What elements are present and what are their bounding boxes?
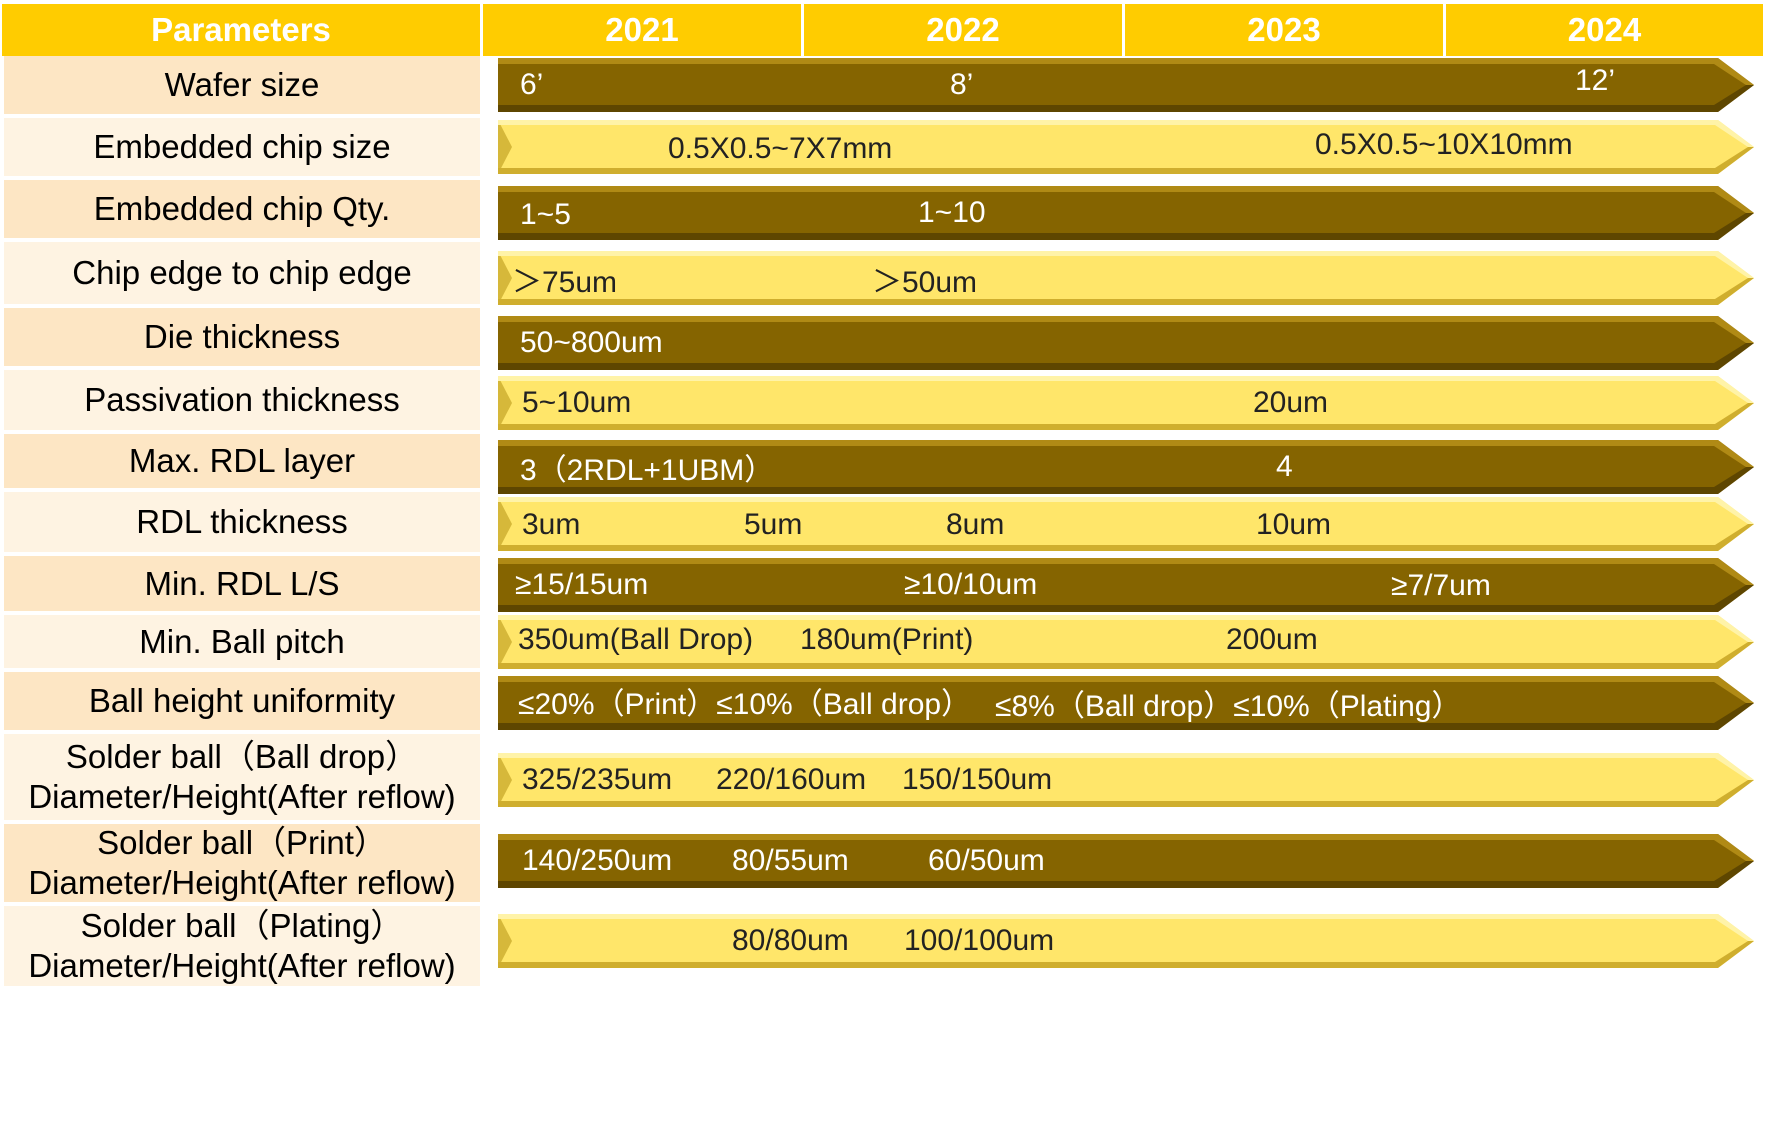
parameter-label: Solder ball（Print） Diameter/Height(After… <box>4 824 480 902</box>
milestone-label: ≤20%（Print）≤10%（Ball drop） <box>518 688 972 721</box>
milestone-label: ＞75um <box>512 266 618 299</box>
light-timeline-arrow: 325/235um 220/160um 150/150um <box>498 753 1754 807</box>
milestone-label: ≤8%（Ball drop）≤10%（Plating） <box>995 690 1462 723</box>
milestone-label: ＞50um <box>872 266 978 299</box>
parameter-label: RDL thickness <box>4 492 480 552</box>
milestone-label: 3（2RDL+1UBM） <box>520 454 775 487</box>
milestone-label: 6’ <box>520 68 544 101</box>
parameter-label: Solder ball（Plating） Diameter/Height(Aft… <box>4 906 480 986</box>
light-timeline-arrow: ＞75um ＞50um <box>498 251 1754 305</box>
parameter-label: Passivation thickness <box>4 370 480 430</box>
arrow-shape <box>498 186 1754 240</box>
dark-timeline-arrow: 1~5 1~10 <box>498 186 1754 240</box>
light-timeline-arrow: 0.5X0.5~7X7mm 0.5X0.5~10X10mm <box>498 120 1754 174</box>
milestone-label: ≥10/10um <box>904 568 1038 601</box>
light-timeline-arrow: 350um(Ball Drop) 180um(Print) 200um <box>498 615 1754 669</box>
arrow-shape <box>498 497 1754 551</box>
light-timeline-arrow: 80/80um 100/100um <box>498 914 1754 968</box>
milestone-label: ≥15/15um <box>515 568 649 601</box>
milestone-label: 325/235um <box>522 763 673 796</box>
milestone-label: 1~10 <box>918 196 986 229</box>
milestone-label: 8’ <box>950 68 974 101</box>
milestone-label: 60/50um <box>928 844 1045 877</box>
milestone-label: 0.5X0.5~7X7mm <box>668 132 893 165</box>
dark-timeline-arrow: 6’ 8’ 12’ <box>498 58 1754 112</box>
milestone-label: 180um(Print) <box>800 623 974 656</box>
parameter-label: Embedded chip size <box>4 118 480 176</box>
arrow-shape <box>498 316 1754 370</box>
milestone-label: 8um <box>946 508 1005 541</box>
parameter-label: Chip edge to chip edge <box>4 242 480 304</box>
parameter-label: Embedded chip Qty. <box>4 180 480 238</box>
parameter-label: Min. Ball pitch <box>4 615 480 668</box>
arrow-shape <box>498 376 1754 430</box>
milestone-label: 220/160um <box>716 763 867 796</box>
arrow-shape <box>498 558 1754 612</box>
header-parameters: Parameters <box>2 4 480 56</box>
dark-timeline-arrow: ≤20%（Print）≤10%（Ball drop） ≤8%（Ball drop）… <box>498 676 1754 730</box>
milestone-label: 200um <box>1226 623 1318 656</box>
header-year-2024: 2024 <box>1446 4 1763 56</box>
light-timeline-arrow: 5~10um 20um <box>498 376 1754 430</box>
milestone-label: 150/150um <box>902 763 1053 796</box>
parameter-label: Solder ball（Ball drop） Diameter/Height(A… <box>4 734 480 820</box>
header-year-2021: 2021 <box>483 4 801 56</box>
milestone-label: 350um(Ball Drop) <box>518 623 754 656</box>
milestone-label: 12’ <box>1575 64 1616 97</box>
dark-timeline-arrow: 3（2RDL+1UBM） 4 <box>498 440 1754 494</box>
milestone-label: 0.5X0.5~10X10mm <box>1315 128 1573 161</box>
parameter-label: Max. RDL layer <box>4 434 480 488</box>
dark-timeline-arrow: ≥15/15um ≥10/10um ≥7/7um <box>498 558 1754 612</box>
arrow-shape <box>498 58 1754 112</box>
parameter-label: Die thickness <box>4 308 480 366</box>
milestone-label: 5um <box>744 508 803 541</box>
parameter-label: Min. RDL L/S <box>4 556 480 611</box>
arrow-shape <box>498 914 1754 968</box>
header-year-2022: 2022 <box>804 4 1122 56</box>
milestone-label: 4 <box>1276 450 1293 483</box>
milestone-label: 3um <box>522 508 581 541</box>
light-timeline-arrow: 3um 5um 8um 10um <box>498 497 1754 551</box>
milestone-label: 20um <box>1253 386 1329 419</box>
milestone-label: 1~5 <box>520 198 571 231</box>
milestone-label: ≥7/7um <box>1391 569 1491 602</box>
arrow-shape <box>498 251 1754 305</box>
arrow-shape <box>498 753 1754 807</box>
header-year-2023: 2023 <box>1125 4 1443 56</box>
dark-timeline-arrow: 140/250um 80/55um 60/50um <box>498 834 1754 888</box>
table-header: Parameters 2021 2022 2023 2024 <box>2 4 1763 56</box>
arrow-shape <box>498 834 1754 888</box>
milestone-label: 10um <box>1256 508 1332 541</box>
parameter-label: Ball height uniformity <box>4 672 480 730</box>
parameter-label: Wafer size <box>4 56 480 114</box>
milestone-label: 80/80um <box>732 924 849 957</box>
milestone-label: 140/250um <box>522 844 673 877</box>
milestone-label: 100/100um <box>904 924 1055 957</box>
milestone-label: 5~10um <box>522 386 632 419</box>
milestone-label: 80/55um <box>732 844 849 877</box>
milestone-label: 50~800um <box>520 326 663 359</box>
dark-timeline-arrow: 50~800um <box>498 316 1754 370</box>
